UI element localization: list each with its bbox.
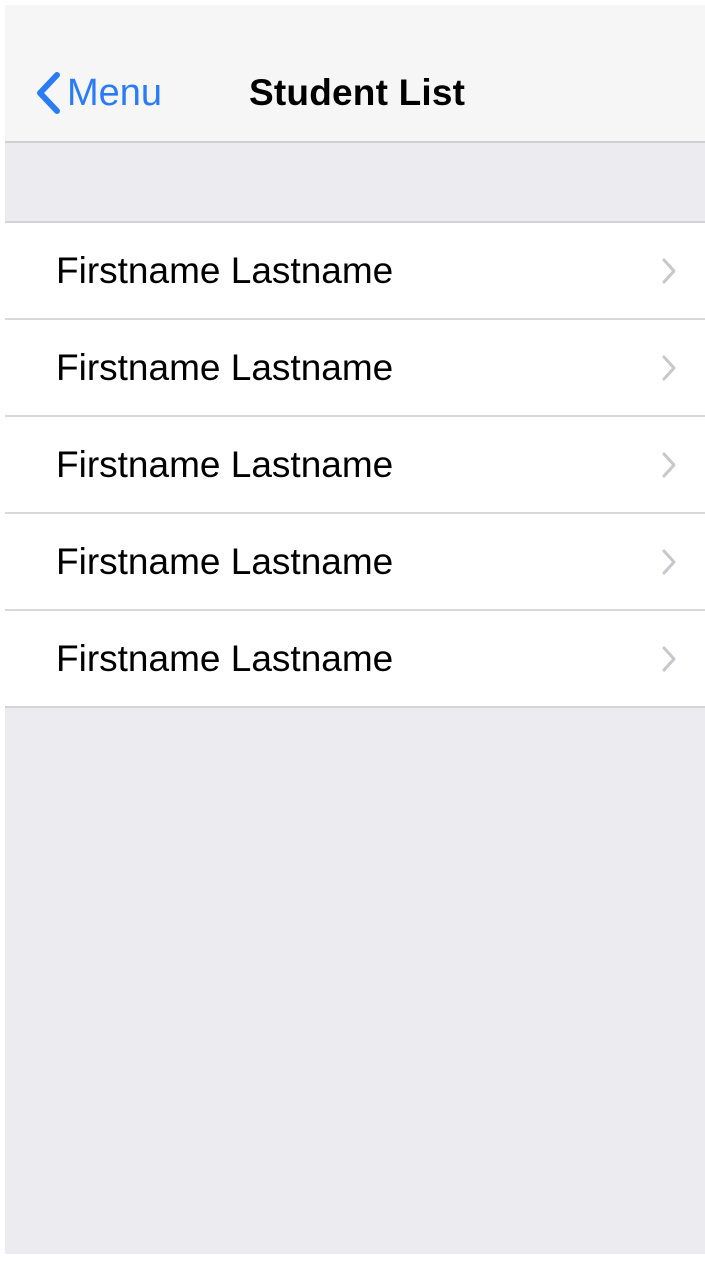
student-row[interactable]: Firstname Lastname bbox=[5, 415, 705, 512]
student-name: Firstname Lastname bbox=[56, 346, 394, 388]
student-list: Firstname Lastname Firstname Lastname Fi… bbox=[5, 223, 705, 708]
chevron-right-icon bbox=[662, 452, 676, 477]
back-button[interactable]: Menu bbox=[33, 69, 162, 117]
navigation-bar: Menu Student List bbox=[5, 5, 705, 143]
chevron-right-icon bbox=[662, 646, 676, 671]
student-name: Firstname Lastname bbox=[56, 443, 394, 485]
student-name: Firstname Lastname bbox=[56, 540, 394, 582]
student-name: Firstname Lastname bbox=[56, 249, 394, 291]
section-header-spacer bbox=[5, 143, 705, 223]
student-row[interactable]: Firstname Lastname bbox=[5, 609, 705, 706]
chevron-right-icon bbox=[662, 549, 676, 574]
chevron-right-icon bbox=[662, 258, 676, 283]
chevron-left-icon bbox=[37, 72, 60, 114]
student-row[interactable]: Firstname Lastname bbox=[5, 223, 705, 318]
student-row[interactable]: Firstname Lastname bbox=[5, 512, 705, 609]
chevron-right-icon bbox=[662, 355, 676, 380]
app-screen: Menu Student List Firstname Lastname Fir… bbox=[5, 5, 705, 1254]
back-button-label: Menu bbox=[67, 72, 163, 114]
student-row[interactable]: Firstname Lastname bbox=[5, 318, 705, 415]
page-title: Student List bbox=[249, 72, 466, 113]
student-name: Firstname Lastname bbox=[56, 637, 394, 679]
